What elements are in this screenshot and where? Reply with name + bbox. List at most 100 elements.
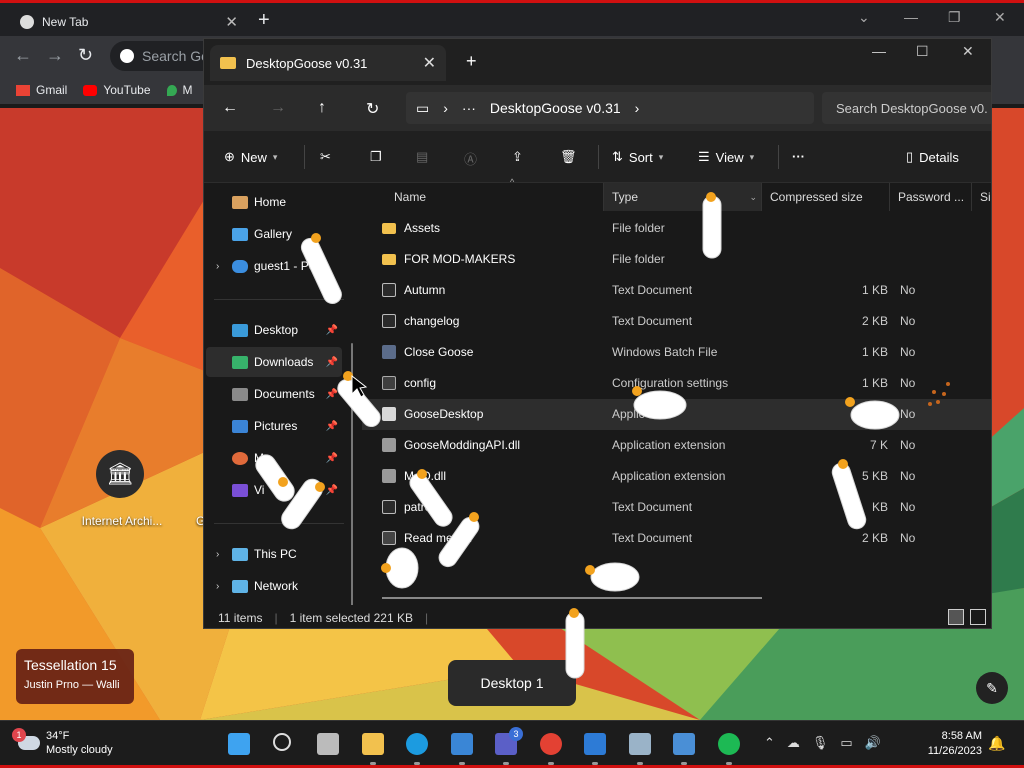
column-header-password[interactable]: Password ...: [890, 183, 972, 211]
new-button[interactable]: ⊕ New ▾: [224, 149, 277, 165]
nav-item-onedrive[interactable]: › guest1 - Pe: [206, 251, 342, 281]
nav-item-downloads[interactable]: Downloads 📌: [206, 347, 342, 377]
monitor-icon[interactable]: ▭: [840, 735, 852, 751]
file-row[interactable]: Assets File folder: [362, 213, 991, 244]
more-options-button[interactable]: ···: [792, 149, 805, 164]
bookmark-maps[interactable]: M: [166, 83, 193, 97]
bookmark-gmail[interactable]: Gmail: [16, 83, 67, 97]
file-row[interactable]: changelog Text Document 2 KB No: [362, 306, 991, 337]
nav-item-this-pc[interactable]: › This PC: [206, 539, 342, 569]
volume-icon[interactable]: 🔊: [865, 735, 881, 751]
column-header-compressed-size[interactable]: Compressed size: [762, 183, 890, 211]
photos-icon[interactable]: [673, 733, 695, 755]
weather-widget[interactable]: 1 34°F Mostly cloudy: [12, 728, 113, 757]
refresh-icon[interactable]: ↻: [366, 99, 379, 119]
pin-icon[interactable]: 📌: [326, 357, 338, 368]
share-icon[interactable]: ⇪: [512, 149, 523, 165]
pin-icon[interactable]: 📌: [326, 485, 338, 496]
file-row[interactable]: config Configuration settings 1 KB No: [362, 368, 991, 399]
search-icon[interactable]: [272, 733, 291, 751]
maximize-icon[interactable]: ☐: [916, 43, 929, 60]
paste-icon[interactable]: ▤: [416, 149, 428, 165]
file-row[interactable]: FOR MOD-MAKERS File folder: [362, 244, 991, 275]
delete-icon[interactable]: 🗑: [560, 149, 577, 165]
address-bar[interactable]: ▭ › ··· DesktopGoose v0.31 ›: [406, 92, 814, 124]
cut-icon[interactable]: ✂: [320, 149, 331, 165]
tab-search-icon[interactable]: ⌄: [858, 9, 870, 26]
pen-icon[interactable]: ✎: [976, 672, 1008, 704]
internet-archive-icon[interactable]: 🏛: [96, 450, 144, 498]
back-arrow-icon[interactable]: ←: [222, 99, 238, 117]
tiles-view-icon[interactable]: [970, 609, 986, 625]
details-button[interactable]: ▯ Details: [906, 149, 959, 165]
close-tab-icon[interactable]: ✕: [423, 53, 436, 73]
pin-icon[interactable]: 📌: [326, 389, 338, 400]
chrome-icon[interactable]: [539, 733, 562, 755]
details-view-icon[interactable]: [948, 609, 964, 625]
minimize-icon[interactable]: —: [872, 43, 886, 59]
copy-icon[interactable]: ❐: [370, 149, 382, 165]
file-row[interactable]: Close Goose Windows Batch File 1 KB No: [362, 337, 991, 368]
nav-scrollbar[interactable]: [351, 343, 353, 628]
notification-icon[interactable]: 🔔: [988, 735, 1005, 752]
close-window-icon[interactable]: ✕: [962, 43, 974, 60]
column-header-size[interactable]: Siz: [972, 183, 991, 211]
forward-arrow-icon[interactable]: →: [46, 45, 64, 66]
onedrive-cloud-icon[interactable]: ☁: [787, 735, 800, 751]
pin-icon[interactable]: 📌: [326, 421, 338, 432]
nav-item-home[interactable]: Home: [206, 187, 342, 217]
task-view-icon[interactable]: [317, 733, 339, 755]
mail-icon[interactable]: [584, 733, 606, 755]
explorer-search-input[interactable]: Search DesktopGoose v0.: [822, 92, 991, 124]
close-tab-icon[interactable]: ✕: [225, 13, 238, 31]
nav-item-gallery[interactable]: Gallery: [206, 219, 342, 249]
nav-item-music[interactable]: M 📌: [206, 443, 342, 473]
chevron-right-icon[interactable]: ›: [216, 549, 226, 560]
chevron-right-icon[interactable]: ›: [216, 261, 226, 272]
back-arrow-icon[interactable]: ←: [14, 45, 32, 66]
forward-arrow-icon[interactable]: →: [270, 99, 286, 117]
file-row[interactable]: GooseDesktop Applic KB No: [362, 399, 991, 430]
clock[interactable]: 8:58 AM 11/26/2023: [916, 729, 982, 759]
spotify-icon[interactable]: [717, 733, 740, 755]
archive-icon[interactable]: [628, 733, 651, 755]
start-icon[interactable]: [228, 733, 250, 755]
nav-item-network[interactable]: › Network: [206, 571, 342, 601]
new-tab-button[interactable]: +: [258, 9, 270, 32]
up-arrow-icon[interactable]: ↑: [318, 99, 326, 117]
file-row[interactable]: Read me ink Text Document 2 KB No: [362, 523, 991, 554]
reload-icon[interactable]: ↻: [78, 45, 93, 66]
edge-icon[interactable]: [406, 733, 428, 755]
close-window-icon[interactable]: ✕: [994, 9, 1006, 26]
chevron-down-icon[interactable]: ⌄: [749, 192, 757, 203]
nav-item-pictures[interactable]: Pictures 📌: [206, 411, 342, 441]
explorer-new-tab-button[interactable]: +: [466, 51, 477, 72]
column-header-type[interactable]: Type ⌄: [604, 183, 762, 211]
maximize-icon[interactable]: ❐: [948, 9, 961, 26]
wallpaper-info-card[interactable]: Tessellation 15 Justin Prno — Walli: [16, 649, 134, 704]
explorer-tab[interactable]: DesktopGoose v0.31 ✕: [210, 45, 446, 81]
chrome-tab-new-tab[interactable]: New Tab ✕: [8, 7, 246, 36]
pin-icon[interactable]: 📌: [326, 453, 338, 464]
rename-icon[interactable]: Ⓐ: [464, 149, 477, 168]
horizontal-scrollbar[interactable]: [382, 597, 762, 599]
sort-button[interactable]: ⇅ Sort ▾: [612, 149, 663, 165]
file-row[interactable]: patro Text Document KB No: [362, 492, 991, 523]
chevron-right-icon[interactable]: ›: [216, 581, 226, 592]
file-row[interactable]: GooseModdingAPI.dll Application extension…: [362, 430, 991, 461]
nav-item-documents[interactable]: Documents 📌: [206, 379, 342, 409]
chevron-right-icon[interactable]: ›: [635, 100, 640, 116]
file-explorer-icon[interactable]: [361, 733, 384, 755]
file-row[interactable]: Autumn Text Document 1 KB No: [362, 275, 991, 306]
pin-icon[interactable]: 📌: [326, 325, 338, 336]
bookmark-youtube[interactable]: YouTube: [83, 83, 151, 97]
file-row[interactable]: M -O.dll Application extension 5 KB No: [362, 461, 991, 492]
column-header-name[interactable]: Name ^: [386, 177, 604, 211]
store-icon[interactable]: [450, 733, 473, 755]
ellipsis-icon[interactable]: ···: [462, 100, 476, 116]
nav-item-videos[interactable]: Vi 📌: [206, 475, 342, 505]
microphone-icon[interactable]: 🎙: [812, 735, 829, 751]
nav-item-desktop[interactable]: Desktop 📌: [206, 315, 342, 345]
minimize-icon[interactable]: —: [904, 9, 918, 25]
view-button[interactable]: ☰ View ▾: [698, 149, 754, 165]
